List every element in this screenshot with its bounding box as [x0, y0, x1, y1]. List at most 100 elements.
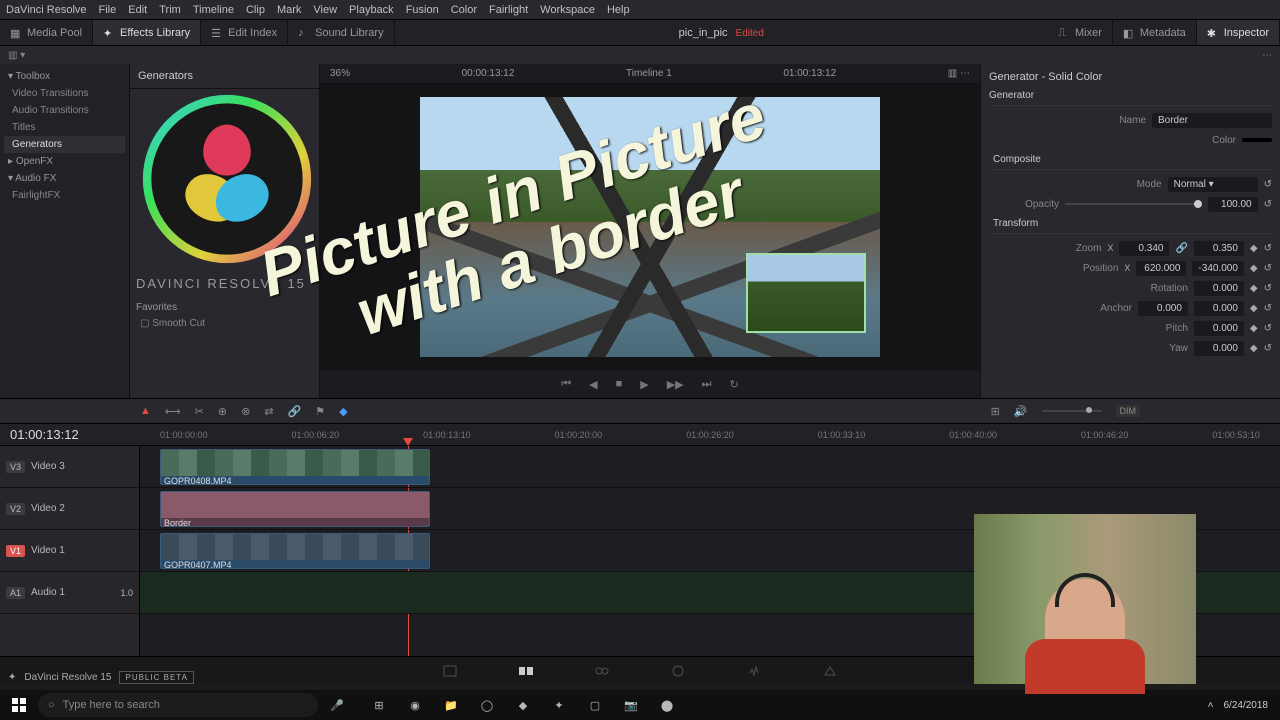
viewer-timeline-tab[interactable]: Timeline 1	[626, 68, 672, 79]
mic-icon[interactable]: 🎤	[322, 690, 352, 720]
zoom-y-field[interactable]: 0.350	[1194, 241, 1244, 256]
marker-icon[interactable]: ◆	[339, 405, 347, 418]
last-frame-icon[interactable]: ⏭	[702, 378, 712, 391]
camera-icon[interactable]: 📷	[614, 690, 648, 720]
position-y-field[interactable]: -340.000	[1192, 261, 1243, 276]
clip-v1[interactable]: GOPR0407.MP4	[160, 533, 430, 569]
toolbox-video-transitions[interactable]: Video Transitions	[4, 85, 125, 102]
play-icon[interactable]: ▶	[640, 378, 648, 391]
audiofx-header[interactable]: ▾ Audio FX	[4, 170, 125, 187]
toolbox-header[interactable]: ▾ Toolbox	[4, 68, 125, 85]
generator-section[interactable]: Generator	[989, 86, 1272, 106]
menu-clip[interactable]: Clip	[246, 4, 265, 16]
reset-icon[interactable]: ↺	[1264, 283, 1272, 294]
favorite-smooth-cut[interactable]: ▢ Smooth Cut	[140, 318, 205, 329]
first-frame-icon[interactable]: ⏮	[561, 378, 571, 391]
selection-tool-icon[interactable]: ▲	[140, 405, 151, 417]
color-page-icon[interactable]	[670, 663, 686, 679]
metadata-tab[interactable]: ◧Metadata	[1113, 20, 1197, 45]
deliver-page-icon[interactable]	[822, 663, 838, 679]
reset-icon[interactable]: ↺	[1264, 179, 1272, 190]
reset-icon[interactable]: ↺	[1264, 323, 1272, 334]
track-header-v1[interactable]: V1Video 1	[0, 530, 139, 572]
taskbar-app-icon[interactable]: ◆	[506, 690, 540, 720]
overwrite-icon[interactable]: ⊗	[241, 405, 250, 418]
reset-icon[interactable]: ↺	[1264, 199, 1272, 210]
insert-icon[interactable]: ⊕	[218, 405, 227, 418]
volume-slider[interactable]	[1042, 410, 1102, 412]
fairlight-page-icon[interactable]	[746, 663, 762, 679]
opacity-slider[interactable]	[1065, 203, 1202, 205]
panel-menu-icon[interactable]: ▥ ▾	[8, 50, 25, 61]
viewer-layout-icon[interactable]: ▥ ⋯	[948, 68, 970, 79]
chrome-icon[interactable]: ◯	[470, 690, 504, 720]
menu-playback[interactable]: Playback	[349, 4, 394, 16]
menu-workspace[interactable]: Workspace	[540, 4, 595, 16]
replace-icon[interactable]: ⇄	[264, 405, 273, 418]
blade-tool-icon[interactable]: ✂	[195, 405, 204, 418]
menu-app[interactable]: DaVinci Resolve	[6, 4, 87, 16]
next-frame-icon[interactable]: ▶▶	[667, 378, 684, 391]
panel-options-icon[interactable]: ⋯	[1262, 50, 1272, 61]
taskbar-date[interactable]: 6/24/2018	[1224, 700, 1269, 711]
menu-view[interactable]: View	[313, 4, 337, 16]
toolbox-audio-transitions[interactable]: Audio Transitions	[4, 102, 125, 119]
menu-color[interactable]: Color	[451, 4, 477, 16]
menu-mark[interactable]: Mark	[277, 4, 301, 16]
openfx-header[interactable]: ▸ OpenFX	[4, 153, 125, 170]
reset-icon[interactable]: ↺	[1264, 243, 1272, 254]
pitch-field[interactable]: 0.000	[1194, 321, 1244, 336]
menu-fairlight[interactable]: Fairlight	[489, 4, 528, 16]
clip-v3[interactable]: GOPR0408.MP4	[160, 449, 430, 485]
zoom-x-field[interactable]: 0.340	[1119, 241, 1169, 256]
anchor-y-field[interactable]: 0.000	[1194, 301, 1244, 316]
obs-icon[interactable]: ⬤	[650, 690, 684, 720]
menu-trim[interactable]: Trim	[159, 4, 181, 16]
snap-icon[interactable]: ⊞	[991, 405, 1000, 418]
transform-section[interactable]: Transform	[989, 214, 1272, 234]
resolve-taskbar-icon[interactable]: ✦	[542, 690, 576, 720]
link-icon[interactable]: 🔗	[288, 405, 302, 418]
anchor-x-field[interactable]: 0.000	[1138, 301, 1188, 316]
mixer-tab[interactable]: ⎍Mixer	[1048, 20, 1113, 45]
prev-frame-icon[interactable]: ◀	[589, 378, 597, 391]
sound-library-tab[interactable]: ♪Sound Library	[288, 20, 395, 45]
track-header-a1[interactable]: A1Audio 11.0	[0, 572, 139, 614]
flag-icon[interactable]: ⚑	[315, 405, 325, 418]
fusion-page-icon[interactable]	[594, 663, 610, 679]
start-button[interactable]	[4, 690, 34, 720]
media-pool-tab[interactable]: ▦Media Pool	[0, 20, 93, 45]
toolbox-titles[interactable]: Titles	[4, 119, 125, 136]
track-header-v3[interactable]: V3Video 3	[0, 446, 139, 488]
volume-icon[interactable]: 🔊	[1014, 405, 1028, 418]
edit-page-icon[interactable]	[518, 663, 534, 679]
toolbox-fairlightfx[interactable]: FairlightFX	[4, 187, 125, 204]
composite-section[interactable]: Composite	[989, 150, 1272, 170]
task-view-icon[interactable]: ⊞	[362, 690, 396, 720]
loop-icon[interactable]: ↻	[730, 378, 739, 391]
toolbox-generators[interactable]: Generators	[4, 136, 125, 153]
viewer-zoom[interactable]: 36%	[330, 68, 350, 79]
inspector-tab[interactable]: ✱Inspector	[1197, 20, 1280, 45]
opacity-value[interactable]: 100.00	[1208, 197, 1258, 212]
media-page-icon[interactable]	[442, 663, 458, 679]
menu-help[interactable]: Help	[607, 4, 630, 16]
taskbar-app-icon[interactable]: ▢	[578, 690, 612, 720]
clip-v2-border[interactable]: Border	[160, 491, 430, 527]
menu-file[interactable]: File	[99, 4, 117, 16]
reset-icon[interactable]: ↺	[1264, 343, 1272, 354]
tray-chevron-icon[interactable]: ˄	[1208, 700, 1214, 711]
viewer-screen[interactable]	[320, 84, 980, 370]
effects-library-tab[interactable]: ✦Effects Library	[93, 20, 201, 45]
stop-icon[interactable]: ■	[616, 378, 623, 390]
composite-mode-select[interactable]: Normal ▾	[1168, 177, 1258, 192]
menu-edit[interactable]: Edit	[128, 4, 147, 16]
reset-icon[interactable]: ↺	[1264, 303, 1272, 314]
timeline-ruler[interactable]: 01:00:13:12 01:00:00:00 01:00:06:20 01:0…	[0, 424, 1280, 446]
file-explorer-icon[interactable]: 📁	[434, 690, 468, 720]
menu-timeline[interactable]: Timeline	[193, 4, 234, 16]
rotation-field[interactable]: 0.000	[1194, 281, 1244, 296]
search-box[interactable]: ○Type here to search	[38, 693, 318, 717]
reset-icon[interactable]: ↺	[1264, 263, 1272, 274]
taskbar-app-icon[interactable]: ◉	[398, 690, 432, 720]
